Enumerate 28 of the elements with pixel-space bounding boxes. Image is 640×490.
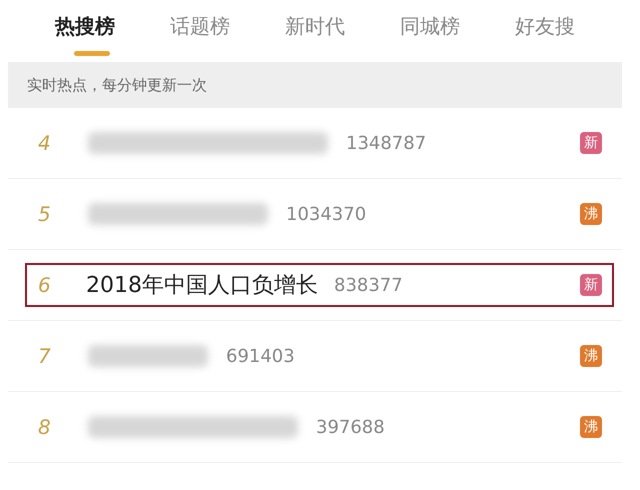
search-count: 397688 <box>316 416 385 438</box>
hot-search-row[interactable]: 4 1348787 新 <box>8 108 622 179</box>
status-badge: 新 <box>580 274 602 296</box>
tab[interactable]: 话题榜 <box>145 0 260 62</box>
hot-search-row[interactable]: 6 2018年中国人口负增长 838377 新 <box>8 250 622 321</box>
search-count: 691403 <box>226 346 295 366</box>
status-badge: 沸 <box>580 416 602 438</box>
search-count: 1348787 <box>346 132 426 154</box>
rank-number: 7 <box>38 344 52 368</box>
selected-underline <box>74 51 110 56</box>
tab[interactable]: 同城榜 <box>375 0 490 62</box>
search-count: 1034370 <box>286 204 366 224</box>
rank-number: 4 <box>38 131 52 155</box>
status-badge: 沸 <box>580 345 602 367</box>
hot-search-row[interactable]: 5 1034370 沸 <box>8 179 622 250</box>
tab[interactable]: 新时代 <box>260 0 375 62</box>
search-count: 838377 <box>334 274 403 296</box>
notice-text: 实时热点，每分钟更新一次 <box>27 76 207 94</box>
hot-search-row[interactable]: 8 397688 沸 <box>8 392 622 463</box>
topic-title: 2018年中国人口负增长 <box>86 272 318 300</box>
status-badge: 沸 <box>580 203 602 225</box>
tab[interactable]: 热搜榜 <box>30 0 145 62</box>
rank-number: 5 <box>38 202 52 226</box>
tab[interactable]: 好友搜 <box>490 0 605 62</box>
rank-number: 6 <box>38 273 52 297</box>
status-badge: 新 <box>580 132 602 154</box>
hot-search-row[interactable]: 7 691403 沸 <box>8 321 622 392</box>
rank-number: 8 <box>38 415 52 439</box>
